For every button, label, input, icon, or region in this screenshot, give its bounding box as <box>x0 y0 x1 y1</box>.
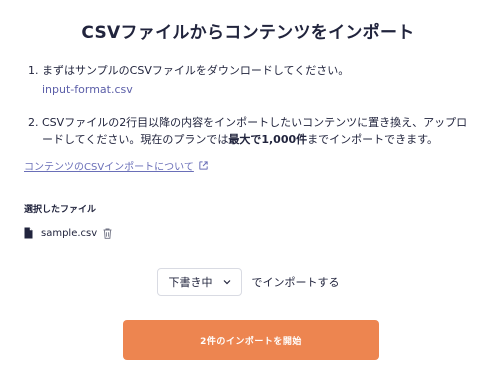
step-text-suffix: までインポートできます。 <box>307 133 439 146</box>
step-number: 1. <box>28 64 39 77</box>
help-link-label: コンテンツのCSVインポートについて <box>24 162 194 173</box>
step-number: 2. <box>28 116 39 129</box>
file-icon <box>24 227 33 239</box>
file-name: sample.csv <box>41 227 98 239</box>
import-limit-text: 最大で1,000件 <box>228 133 308 146</box>
chevron-down-icon <box>223 280 230 285</box>
import-status-select[interactable]: 下書き中 <box>156 268 242 296</box>
import-status-value: 下書き中 <box>168 276 213 289</box>
step-1: 1. まずはサンプルのCSVファイルをダウンロードしてください。 input-f… <box>28 62 478 98</box>
page-title: CSVファイルからコンテンツをインポート <box>81 23 415 43</box>
step-2: 2. CSVファイルの2行目以降の内容をインポートしたいコンテンツに置き換え、ア… <box>28 114 478 148</box>
start-import-button[interactable]: 2件のインポートを開始 <box>123 320 379 360</box>
external-link-icon <box>199 161 208 170</box>
sample-csv-download-link[interactable]: input-format.csv <box>42 81 133 98</box>
selected-file-row: sample.csv <box>24 227 112 239</box>
trash-icon[interactable] <box>103 228 112 239</box>
csv-import-help-link[interactable]: コンテンツのCSVインポートについて <box>24 158 209 173</box>
instruction-steps: 1. まずはサンプルのCSVファイルをダウンロードしてください。 input-f… <box>28 62 478 164</box>
import-status-suffix: でインポートする <box>251 276 340 289</box>
step-text: まずはサンプルのCSVファイルをダウンロードしてください。 <box>42 64 350 77</box>
step-body: CSVファイルの2行目以降の内容をインポートしたいコンテンツに置き換え、アップロ… <box>42 114 478 148</box>
selected-file-label: 選択したファイル <box>24 205 97 215</box>
import-status-row: 下書き中 でインポートする <box>0 268 496 296</box>
step-body: まずはサンプルのCSVファイルをダウンロードしてください。 input-form… <box>42 62 478 98</box>
